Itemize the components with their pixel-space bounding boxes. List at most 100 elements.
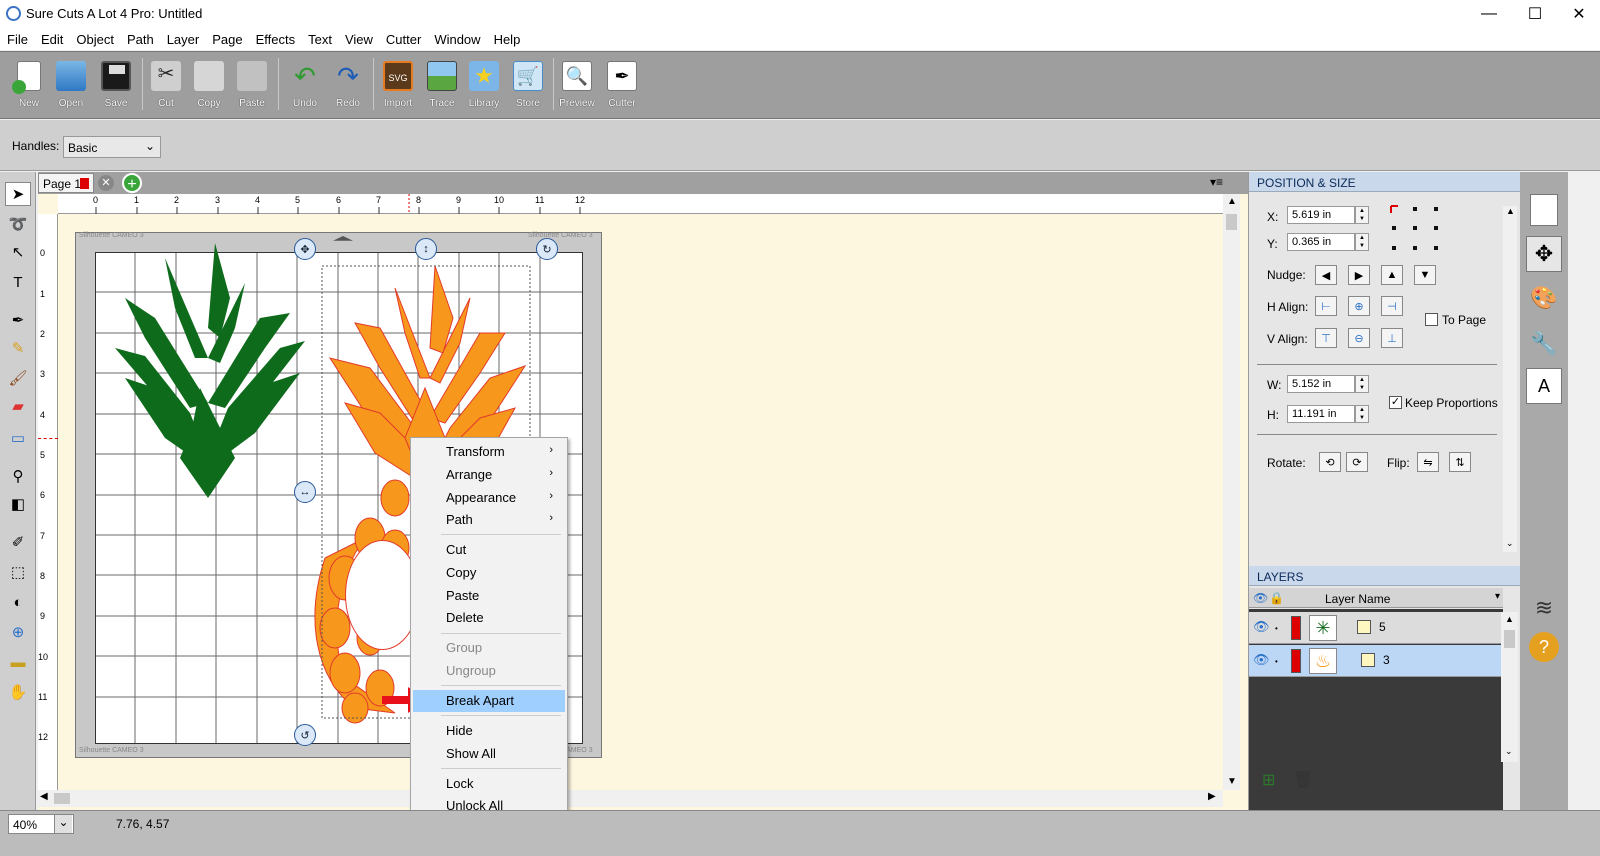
node-edit-tool-icon[interactable]: ↖ bbox=[5, 240, 31, 264]
menu-effects[interactable]: Effects bbox=[250, 32, 302, 47]
menu-layer[interactable]: Layer bbox=[161, 32, 206, 47]
ctx-delete[interactable]: Delete bbox=[413, 607, 565, 629]
help-icon[interactable]: ? bbox=[1529, 632, 1559, 662]
menu-file[interactable]: File bbox=[1, 32, 34, 47]
resize-vertical-handle-icon[interactable]: ↕ bbox=[415, 238, 437, 260]
maximize-button[interactable]: ☐ bbox=[1512, 0, 1558, 28]
pan-hand-tool-icon[interactable]: ✋ bbox=[5, 680, 31, 704]
menu-view[interactable]: View bbox=[339, 32, 379, 47]
scroll-right-icon[interactable]: ▶ bbox=[1208, 791, 1216, 802]
library-button[interactable]: ★ Library bbox=[463, 57, 505, 115]
zoom-tool-icon[interactable]: ⊕ bbox=[5, 620, 31, 644]
document-panel-icon[interactable] bbox=[1530, 194, 1558, 226]
ctx-lock[interactable]: Lock bbox=[413, 773, 565, 795]
layers-scrollbar[interactable]: ▲ ⌄ bbox=[1501, 612, 1518, 762]
keep-proportions-checkbox[interactable]: ✓ bbox=[1389, 396, 1402, 409]
ctx-cut[interactable]: Cut bbox=[413, 539, 565, 561]
lasso-tool-icon[interactable]: ➰ bbox=[5, 212, 31, 236]
transform-tool-icon[interactable]: ⬚ bbox=[5, 560, 31, 584]
handles-select[interactable]: Basic ⌄ bbox=[63, 136, 161, 158]
cutter-button[interactable]: ✒ Cutter bbox=[601, 57, 643, 115]
shape-tool-icon[interactable]: ▭ bbox=[5, 426, 31, 450]
height-input[interactable]: 11.191 in bbox=[1287, 405, 1355, 423]
scroll-down-icon[interactable]: ▼ bbox=[1227, 776, 1237, 787]
trash-icon[interactable]: 🗑 bbox=[1293, 770, 1313, 790]
eye-icon[interactable]: 👁 bbox=[1253, 619, 1270, 635]
preview-button[interactable]: 🔍 Preview bbox=[556, 57, 598, 115]
add-layer-icon[interactable]: ⊞ bbox=[1262, 770, 1275, 790]
ctx-path[interactable]: Path › bbox=[413, 509, 565, 531]
ctx-hide[interactable]: Hide bbox=[413, 720, 565, 742]
align-right-icon[interactable]: ⊣ bbox=[1381, 296, 1403, 316]
layer-row[interactable]: 👁 • ♨ 3 bbox=[1249, 645, 1501, 677]
ctx-paste[interactable]: Paste bbox=[413, 585, 565, 607]
align-bottom-icon[interactable]: ⊥ bbox=[1381, 328, 1403, 348]
store-button[interactable]: 🛒 Store bbox=[507, 57, 549, 115]
menu-page[interactable]: Page bbox=[206, 32, 248, 47]
text-tool-icon[interactable]: T bbox=[5, 270, 31, 294]
rotate-handle-icon[interactable]: ↻ bbox=[536, 238, 558, 260]
pencil-tool-icon[interactable]: ✎ bbox=[5, 336, 31, 360]
ctx-copy[interactable]: Copy bbox=[413, 562, 565, 584]
menu-window[interactable]: Window bbox=[428, 32, 486, 47]
anchor-point-grid[interactable] bbox=[1389, 204, 1441, 254]
scroll-up-icon[interactable]: ▲ bbox=[1227, 196, 1237, 207]
width-stepper[interactable]: ▲ ▼ bbox=[1355, 375, 1369, 393]
eye-icon[interactable]: 👁 bbox=[1253, 652, 1270, 668]
page-menu-icon[interactable]: ▾≡ bbox=[1210, 175, 1223, 189]
undo-button[interactable]: ↶ Undo bbox=[284, 57, 326, 115]
height-stepper[interactable]: ▲ ▼ bbox=[1355, 405, 1369, 423]
menu-help[interactable]: Help bbox=[488, 32, 527, 47]
nudge-left-icon[interactable]: ◀ bbox=[1315, 265, 1337, 285]
flip-vertical-icon[interactable]: ⇅ bbox=[1449, 452, 1471, 472]
page-tab[interactable]: Page 1 bbox=[38, 173, 94, 193]
scroll-thumb[interactable] bbox=[54, 793, 70, 804]
ctx-appearance[interactable]: Appearance › bbox=[413, 487, 565, 509]
eyedropper-tool-icon[interactable]: ⚲ bbox=[5, 464, 31, 488]
open-button[interactable]: Open bbox=[50, 57, 92, 115]
to-page-checkbox[interactable] bbox=[1425, 313, 1438, 326]
horizontal-scrollbar[interactable]: ◀ ▶ bbox=[38, 790, 1223, 807]
layers-panel-icon[interactable]: ≋ bbox=[1526, 590, 1562, 626]
ctx-show-all[interactable]: Show All bbox=[413, 743, 565, 765]
align-left-icon[interactable]: ⊢ bbox=[1315, 296, 1337, 316]
vertical-scrollbar[interactable]: ▲ ▼ bbox=[1223, 194, 1240, 790]
ctx-break-apart[interactable]: Break Apart bbox=[413, 690, 565, 712]
nudge-up-icon[interactable]: ▲ bbox=[1381, 265, 1403, 285]
rotate-ccw-icon[interactable]: ⟲ bbox=[1319, 452, 1341, 472]
align-center-h-icon[interactable]: ⊕ bbox=[1348, 296, 1370, 316]
brush-tool-icon[interactable]: 🖌 bbox=[5, 366, 31, 390]
save-button[interactable]: Save bbox=[95, 57, 137, 115]
menu-cutter[interactable]: Cutter bbox=[380, 32, 427, 47]
y-stepper[interactable]: ▲ ▼ bbox=[1355, 233, 1369, 251]
ctx-transform[interactable]: Transform › bbox=[413, 441, 565, 463]
pen-tool-icon[interactable]: ✒ bbox=[5, 308, 31, 332]
eraser-tool-icon[interactable]: ▰ bbox=[5, 394, 31, 418]
menu-object[interactable]: Object bbox=[70, 32, 120, 47]
move-panel-icon[interactable]: ✥ bbox=[1526, 236, 1562, 272]
new-button[interactable]: New bbox=[8, 57, 50, 115]
lock-dot-icon[interactable]: • bbox=[1275, 657, 1278, 666]
panel-scrollbar[interactable]: ▲ ⌄ bbox=[1503, 206, 1517, 552]
nudge-right-icon[interactable]: ▶ bbox=[1348, 265, 1370, 285]
color-palette-icon[interactable]: 🎨 bbox=[1526, 280, 1562, 316]
width-input[interactable]: 5.152 in bbox=[1287, 375, 1355, 393]
copy-button[interactable]: Copy bbox=[188, 57, 230, 115]
minimize-button[interactable]: — bbox=[1466, 0, 1512, 28]
knife-tool-icon[interactable]: ✐ bbox=[5, 530, 31, 554]
move-handle-icon[interactable]: ✥ bbox=[294, 238, 316, 260]
scroll-thumb[interactable] bbox=[1226, 214, 1237, 230]
rotate-handle-icon[interactable]: ↺ bbox=[294, 724, 316, 746]
close-button[interactable]: ✕ bbox=[1556, 0, 1600, 28]
x-stepper[interactable]: ▲ ▼ bbox=[1355, 206, 1369, 224]
zoom-select[interactable]: 40% ⌄ bbox=[8, 814, 74, 834]
nudge-down-icon[interactable]: ▼ bbox=[1414, 265, 1436, 285]
x-input[interactable]: 5.619 in bbox=[1287, 206, 1355, 224]
add-page-icon[interactable]: + bbox=[122, 173, 142, 193]
lock-dot-icon[interactable]: • bbox=[1275, 624, 1278, 633]
scroll-left-icon[interactable]: ◀ bbox=[40, 791, 48, 802]
trace-button[interactable]: Trace bbox=[421, 57, 463, 115]
text-panel-icon[interactable]: A bbox=[1526, 368, 1562, 404]
paste-button[interactable]: Paste bbox=[231, 57, 273, 115]
flip-horizontal-icon[interactable]: ⇋ bbox=[1417, 452, 1439, 472]
